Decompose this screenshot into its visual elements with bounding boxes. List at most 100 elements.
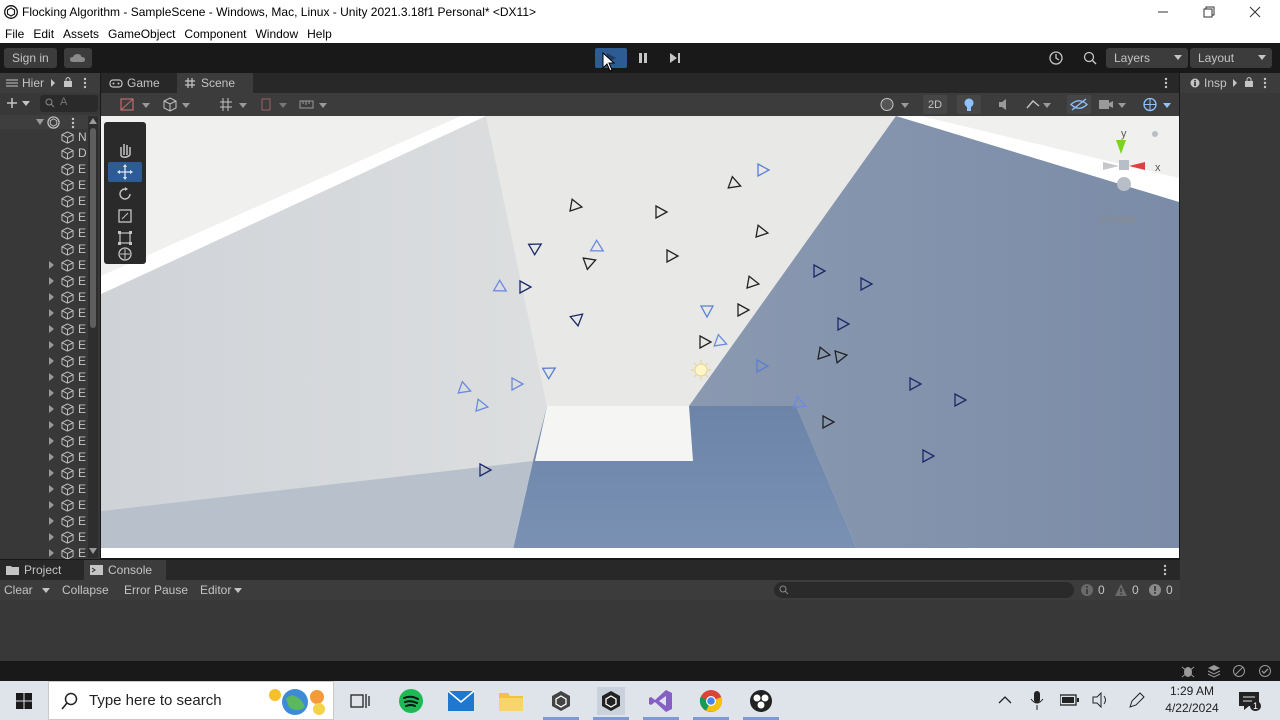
- chevron-up-icon[interactable]: [998, 695, 1012, 705]
- hierarchy-row[interactable]: E: [0, 369, 100, 385]
- step-button[interactable]: [659, 48, 691, 68]
- error-pause-toggle[interactable]: Error Pause: [124, 583, 188, 597]
- taskbar-clock[interactable]: 1:29 AM 4/22/2024: [1156, 683, 1228, 719]
- tab-hierarchy[interactable]: Hier: [0, 73, 100, 93]
- increment-snap-dropdown[interactable]: [259, 95, 293, 114]
- shading-dropdown[interactable]: [163, 95, 197, 114]
- check-circle-icon[interactable]: [1258, 664, 1272, 678]
- menu-gameobject[interactable]: GameObject: [103, 27, 179, 41]
- hierarchy-row[interactable]: E: [0, 481, 100, 497]
- hierarchy-row[interactable]: E: [0, 289, 100, 305]
- file-explorer-taskbar-button[interactable]: [497, 687, 525, 715]
- hierarchy-row[interactable]: E: [0, 241, 100, 257]
- chevron-right-icon[interactable]: [49, 469, 54, 477]
- chevron-right-icon[interactable]: [49, 357, 54, 365]
- tab-project[interactable]: Project: [0, 560, 84, 580]
- audio-toggle[interactable]: [993, 95, 1017, 114]
- network-icon[interactable]: [1232, 664, 1246, 678]
- hierarchy-row[interactable]: E: [0, 305, 100, 321]
- tab-scene[interactable]: Scene: [177, 73, 253, 93]
- transform-tool-button[interactable]: [108, 244, 142, 264]
- move-tool-button[interactable]: [108, 162, 142, 182]
- cloud-button[interactable]: [64, 48, 92, 68]
- layout-dropdown[interactable]: Layout: [1190, 48, 1272, 68]
- chevron-right-icon[interactable]: [49, 261, 54, 269]
- hierarchy-row[interactable]: E: [0, 449, 100, 465]
- chevron-right-icon[interactable]: [49, 517, 54, 525]
- scene-visibility-toggle[interactable]: [1067, 95, 1091, 114]
- stack-icon[interactable]: [1207, 664, 1221, 678]
- hierarchy-row[interactable]: E: [0, 161, 100, 177]
- chevron-right-icon[interactable]: [49, 405, 54, 413]
- chevron-right-icon[interactable]: [49, 277, 54, 285]
- persp-toggle[interactable]: <Persp: [1098, 212, 1136, 226]
- hierarchy-search-input[interactable]: A: [40, 95, 98, 112]
- hierarchy-row[interactable]: E: [0, 545, 100, 559]
- task-view-button[interactable]: [346, 687, 374, 715]
- chevron-right-icon[interactable]: [49, 309, 54, 317]
- editor-dropdown[interactable]: Editor: [200, 582, 243, 598]
- menu-window[interactable]: Window: [250, 27, 302, 41]
- taskbar-search-box[interactable]: Type here to search: [48, 681, 334, 720]
- more-icon[interactable]: [1162, 564, 1168, 576]
- rotate-tool-button[interactable]: [108, 184, 142, 204]
- tab-inspector[interactable]: Insp: [1180, 73, 1280, 93]
- menu-assets[interactable]: Assets: [58, 27, 103, 41]
- close-button[interactable]: [1232, 0, 1278, 24]
- microphone-icon[interactable]: [1030, 691, 1044, 711]
- chevron-down-icon[interactable]: [89, 548, 97, 554]
- layers-dropdown[interactable]: Layers: [1106, 48, 1188, 68]
- mail-taskbar-button[interactable]: [447, 687, 475, 715]
- hierarchy-row[interactable]: E: [0, 353, 100, 369]
- chevron-right-icon[interactable]: [49, 549, 54, 557]
- more-icon[interactable]: [1163, 77, 1169, 89]
- console-search-input[interactable]: [774, 582, 1074, 598]
- chevron-right-icon[interactable]: [49, 325, 54, 333]
- orientation-gizmo[interactable]: y x <Persp: [1091, 126, 1161, 236]
- menu-file[interactable]: File: [0, 27, 28, 41]
- scale-tool-button[interactable]: [108, 206, 142, 226]
- ruler-dropdown[interactable]: [299, 95, 333, 114]
- hierarchy-row[interactable]: E: [0, 513, 100, 529]
- chevron-right-icon[interactable]: [49, 485, 54, 493]
- hierarchy-row[interactable]: E: [0, 321, 100, 337]
- bug-icon[interactable]: [1181, 664, 1195, 678]
- hierarchy-row[interactable]: N: [0, 129, 100, 145]
- scrollbar-thumb[interactable]: [90, 128, 96, 328]
- pause-button[interactable]: [627, 48, 659, 68]
- hierarchy-row[interactable]: E: [0, 193, 100, 209]
- chevron-right-icon[interactable]: [49, 389, 54, 397]
- hierarchy-row[interactable]: E: [0, 497, 100, 513]
- obs-taskbar-button[interactable]: [747, 687, 775, 715]
- toggle-2d-button[interactable]: 2D: [923, 95, 947, 114]
- undo-history-button[interactable]: [1044, 48, 1068, 68]
- hierarchy-row[interactable]: E: [0, 273, 100, 289]
- sign-in-button[interactable]: Sign in: [4, 48, 57, 68]
- lighting-toggle[interactable]: [957, 95, 981, 114]
- hierarchy-scrollbar[interactable]: [88, 116, 98, 558]
- chevron-up-icon[interactable]: [89, 118, 97, 124]
- hierarchy-row[interactable]: E: [0, 225, 100, 241]
- hierarchy-row[interactable]: E: [0, 385, 100, 401]
- effects-dropdown[interactable]: [1023, 95, 1057, 114]
- chevron-right-icon[interactable]: [49, 453, 54, 461]
- menu-component[interactable]: Component: [179, 27, 250, 41]
- warning-count-toggle[interactable]: 0: [1114, 582, 1139, 598]
- snap-grid-dropdown[interactable]: [219, 95, 253, 114]
- minimize-button[interactable]: [1140, 0, 1186, 24]
- clear-dropdown[interactable]: Clear: [4, 582, 50, 598]
- chevron-right-icon[interactable]: [49, 437, 54, 445]
- hierarchy-row[interactable]: E: [0, 209, 100, 225]
- add-icon[interactable]: [6, 97, 18, 109]
- hierarchy-row[interactable]: E: [0, 529, 100, 545]
- collapse-toggle[interactable]: Collapse: [62, 583, 109, 597]
- unity-hub-taskbar-button[interactable]: [547, 687, 575, 715]
- draw-mode-dropdown[interactable]: [119, 95, 153, 114]
- pen-icon[interactable]: [1128, 691, 1146, 709]
- hierarchy-row[interactable]: E: [0, 465, 100, 481]
- chrome-taskbar-button[interactable]: [697, 687, 725, 715]
- hierarchy-row[interactable]: E: [0, 401, 100, 417]
- chevron-right-icon[interactable]: [49, 501, 54, 509]
- chevron-right-icon[interactable]: [49, 373, 54, 381]
- tab-console[interactable]: Console: [84, 560, 166, 580]
